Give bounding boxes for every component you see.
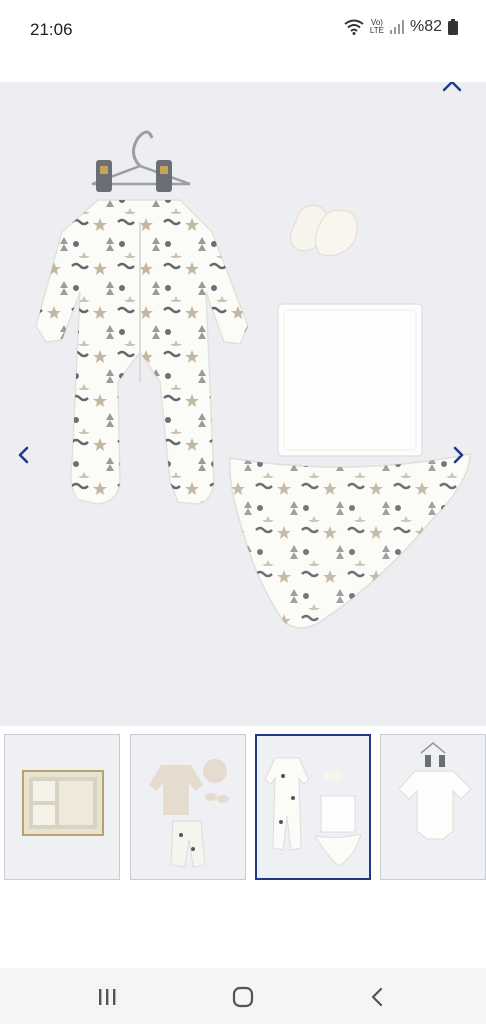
volte-bottom: LTE <box>369 26 384 35</box>
thumbnail-image <box>131 735 245 879</box>
thumbnail-image <box>381 735 485 879</box>
thumbnail-gift-box[interactable] <box>4 734 120 880</box>
status-time: 21:06 <box>30 20 73 39</box>
previous-image-button[interactable] <box>10 442 36 468</box>
thumbnail-strip[interactable] <box>0 734 486 884</box>
signal-icon <box>389 20 404 34</box>
thumbnail-image <box>257 736 369 878</box>
wifi-icon <box>344 19 364 35</box>
thumbnail-image <box>5 735 119 879</box>
back-icon <box>371 987 383 1007</box>
product-image-viewer[interactable] <box>0 82 486 726</box>
battery-percent: %82 <box>409 18 442 35</box>
status-icons: Vo) LTE %82 <box>344 18 458 36</box>
chevron-left-icon <box>18 446 29 464</box>
thumbnail-beige-set[interactable] <box>130 734 246 880</box>
close-button[interactable] <box>438 82 466 96</box>
product-photo <box>0 82 486 726</box>
status-bar: 21:06 Vo) LTE %82 <box>0 0 486 62</box>
recents-button[interactable] <box>92 982 122 1012</box>
thumbnail-white-set[interactable] <box>255 734 371 880</box>
chevron-right-icon <box>453 446 464 464</box>
close-icon <box>442 82 462 92</box>
system-navigation-bar <box>0 968 486 1024</box>
recents-icon <box>99 989 116 1005</box>
volte-indicator: Vo) LTE <box>370 19 384 35</box>
battery-icon <box>448 19 458 35</box>
home-button[interactable] <box>228 982 258 1012</box>
thumbnail-bodysuit[interactable] <box>380 734 486 880</box>
back-button[interactable] <box>362 982 392 1012</box>
home-icon <box>232 986 254 1008</box>
next-image-button[interactable] <box>446 442 472 468</box>
